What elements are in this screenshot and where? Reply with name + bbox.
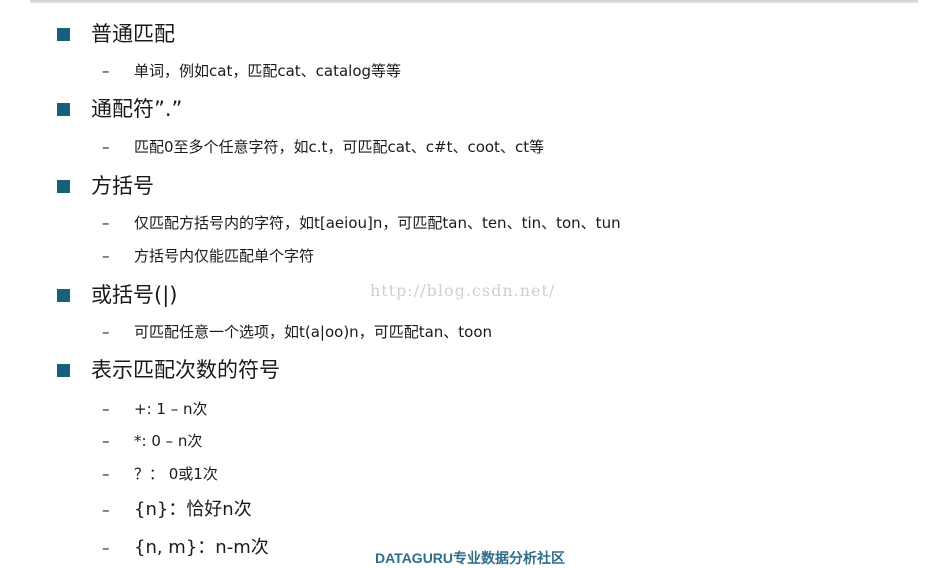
sub-item: ？： 0或1次	[134, 465, 218, 483]
section-heading: 通配符”.”	[91, 97, 183, 121]
dash-marker: –	[102, 432, 110, 450]
square-bullet-icon	[57, 364, 70, 377]
sub-item: 匹配0至多个任意字符，如c.t，可匹配cat、c#t、coot、ct等	[134, 138, 545, 156]
sub-item: *: 0 – n次	[134, 432, 203, 450]
dash-marker: –	[102, 400, 110, 418]
section-heading: 方括号	[91, 174, 154, 198]
dash-marker: –	[102, 465, 110, 483]
dash-marker: –	[102, 62, 110, 80]
section-heading: 普通匹配	[91, 22, 175, 46]
blog-watermark: http://blog.csdn.net/	[370, 281, 556, 300]
dash-marker: –	[102, 501, 110, 519]
square-bullet-icon	[57, 103, 70, 116]
dash-marker: –	[102, 138, 110, 156]
dash-marker: –	[102, 323, 110, 341]
dash-marker: –	[102, 214, 110, 232]
footer-brand: DATAGURU专业数据分析社区	[375, 550, 566, 566]
sub-item: 可匹配任意一个选项，如t(a|oo)n，可匹配tan、toon	[134, 323, 493, 341]
slide-top-border	[30, 0, 918, 3]
sub-item: +: 1 – n次	[134, 400, 208, 418]
sub-item: {n}：恰好n次	[134, 499, 252, 520]
section-heading: 或括号(|)	[91, 283, 178, 307]
sub-item: 方括号内仅能匹配单个字符	[134, 247, 315, 265]
sub-item: 单词，例如cat，匹配cat、catalog等等	[134, 62, 402, 80]
sub-item: {n, m}：n-m次	[134, 537, 269, 558]
square-bullet-icon	[57, 180, 70, 193]
dash-marker: –	[102, 539, 110, 557]
square-bullet-icon	[57, 289, 70, 302]
section-heading: 表示匹配次数的符号	[91, 358, 280, 382]
sub-item: 仅匹配方括号内的字符，如t[aeiou]n，可匹配tan、ten、tin、ton…	[134, 214, 621, 232]
square-bullet-icon	[57, 28, 70, 41]
dash-marker: –	[102, 247, 110, 265]
